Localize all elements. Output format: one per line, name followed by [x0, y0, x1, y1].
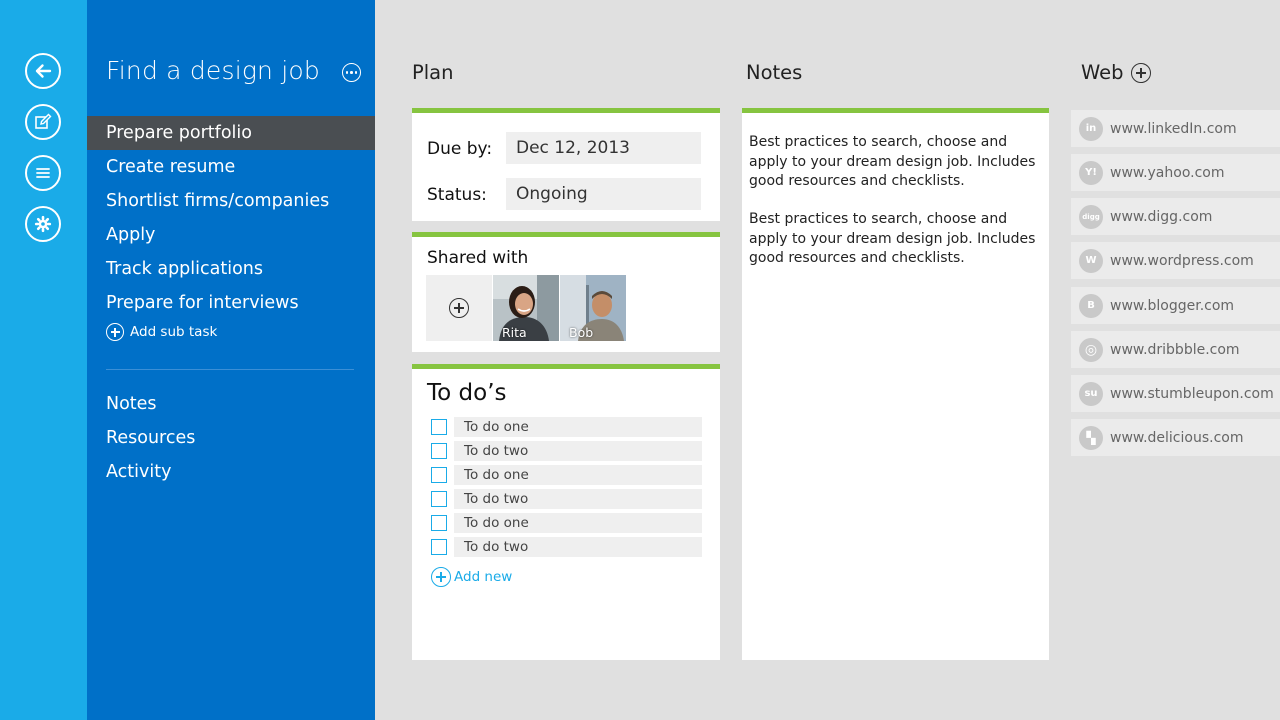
plan-details-card: Due by: Dec 12, 2013 Status: Ongoing: [412, 108, 720, 221]
todo-item: To do one: [431, 513, 702, 533]
stumbleupon-icon: su: [1079, 381, 1103, 406]
wordpress-icon: W: [1079, 248, 1103, 273]
blogger-icon: B: [1079, 293, 1103, 318]
nav-item-prepare-portfolio[interactable]: Prepare portfolio: [87, 116, 375, 150]
settings-button[interactable]: [25, 206, 61, 242]
nav-item-shortlist-firms[interactable]: Shortlist firms/companies: [87, 184, 375, 218]
yahoo-icon: Y!: [1079, 160, 1103, 185]
due-label: Due by:: [427, 139, 493, 159]
web-link-url: www.dribbble.com: [1110, 341, 1240, 358]
web-link-url: www.digg.com: [1110, 208, 1213, 225]
todo-text[interactable]: To do two: [454, 441, 702, 461]
delicious-icon: ▚: [1079, 425, 1103, 450]
list-button[interactable]: [25, 155, 61, 191]
todos-title: To do’s: [427, 380, 507, 406]
todo-checkbox[interactable]: [431, 491, 447, 507]
linkedin-icon: in: [1079, 116, 1103, 141]
todos-card: To do’s To do one To do two To do one To…: [412, 364, 720, 660]
todo-item: To do two: [431, 537, 702, 557]
add-person-button[interactable]: [426, 275, 492, 341]
person-avatar-rita[interactable]: Rita: [493, 275, 559, 341]
web-link-url: www.wordpress.com: [1110, 252, 1254, 269]
web-link-dribbble[interactable]: ◎ www.dribbble.com: [1071, 331, 1280, 368]
person-avatar-bob[interactable]: Bob: [560, 275, 626, 341]
web-link-delicious[interactable]: ▚ www.delicious.com: [1071, 419, 1280, 456]
nav-item-prepare-interviews[interactable]: Prepare for interviews: [87, 286, 375, 320]
web-link-blogger[interactable]: B www.blogger.com: [1071, 287, 1280, 324]
web-link-url: www.stumbleupon.com: [1110, 385, 1274, 402]
note-paragraph: Best practices to search, choose and app…: [749, 134, 1036, 189]
todo-item: To do two: [431, 441, 702, 461]
todo-checkbox[interactable]: [431, 419, 447, 435]
list-icon: [36, 168, 50, 178]
todo-item: To do one: [431, 465, 702, 485]
digg-icon: digg: [1079, 204, 1103, 229]
todo-text[interactable]: To do one: [454, 465, 702, 485]
add-sub-task-label: Add sub task: [130, 324, 218, 340]
web-link-yahoo[interactable]: Y! www.yahoo.com: [1071, 154, 1280, 191]
nav-item-resources[interactable]: Resources: [87, 421, 375, 455]
person-name: Bob: [569, 325, 594, 340]
todo-text[interactable]: To do one: [454, 513, 702, 533]
todo-checkbox[interactable]: [431, 467, 447, 483]
todo-item: To do one: [431, 417, 702, 437]
edit-button[interactable]: [25, 104, 61, 140]
todo-checkbox[interactable]: [431, 515, 447, 531]
task-title: Find a design job: [106, 56, 320, 85]
web-link-wordpress[interactable]: W www.wordpress.com: [1071, 242, 1280, 279]
person-name: Rita: [502, 325, 527, 340]
todo-checkbox[interactable]: [431, 443, 447, 459]
add-circle-icon: [431, 567, 451, 587]
nav-item-activity[interactable]: Activity: [87, 455, 375, 489]
back-button[interactable]: [25, 53, 61, 89]
web-link-digg[interactable]: digg www.digg.com: [1071, 198, 1280, 235]
todo-text[interactable]: To do two: [454, 537, 702, 557]
more-options-icon[interactable]: [342, 63, 361, 82]
app-rail: [0, 0, 87, 720]
nav-item-notes[interactable]: Notes: [87, 387, 375, 421]
task-nav-panel: Find a design job Prepare portfolio Crea…: [87, 0, 375, 720]
add-new-todo-button[interactable]: Add new: [431, 567, 512, 587]
nav-item-apply[interactable]: Apply: [87, 218, 375, 252]
web-link-stumbleupon[interactable]: su www.stumbleupon.com: [1071, 375, 1280, 412]
add-sub-task-button[interactable]: Add sub task: [106, 323, 217, 341]
status-field[interactable]: Ongoing: [506, 178, 701, 210]
add-circle-icon: [449, 298, 469, 318]
shared-with-title: Shared with: [427, 248, 529, 268]
nav-divider: [106, 369, 354, 370]
add-circle-icon: [106, 323, 124, 341]
status-label: Status:: [427, 185, 487, 205]
notes-card[interactable]: Best practices to search, choose and app…: [742, 108, 1049, 660]
todo-item: To do two: [431, 489, 702, 509]
nav-item-create-resume[interactable]: Create resume: [87, 150, 375, 184]
settings-gear-icon: [34, 215, 52, 233]
edit-icon: [35, 113, 52, 129]
web-link-linkedin[interactable]: in www.linkedIn.com: [1071, 110, 1280, 147]
add-web-link-icon[interactable]: [1131, 63, 1151, 83]
add-new-label: Add new: [454, 569, 513, 585]
plan-section-title: Plan: [412, 61, 454, 84]
back-arrow-icon: [35, 64, 52, 78]
dribbble-icon: ◎: [1079, 337, 1103, 362]
notes-section-title: Notes: [746, 61, 803, 84]
note-paragraph: Best practices to search, choose and app…: [749, 211, 1036, 266]
nav-item-track-applications[interactable]: Track applications: [87, 252, 375, 286]
shared-with-card: Shared with Rita Bob: [412, 232, 720, 352]
due-date-field[interactable]: Dec 12, 2013: [506, 132, 701, 164]
web-section-title: Web: [1081, 61, 1124, 84]
todo-checkbox[interactable]: [431, 539, 447, 555]
todo-text[interactable]: To do two: [454, 489, 702, 509]
web-link-url: www.delicious.com: [1110, 429, 1244, 446]
web-link-url: www.yahoo.com: [1110, 164, 1225, 181]
web-link-url: www.blogger.com: [1110, 297, 1235, 314]
web-link-url: www.linkedIn.com: [1110, 120, 1237, 137]
todo-text[interactable]: To do one: [454, 417, 702, 437]
